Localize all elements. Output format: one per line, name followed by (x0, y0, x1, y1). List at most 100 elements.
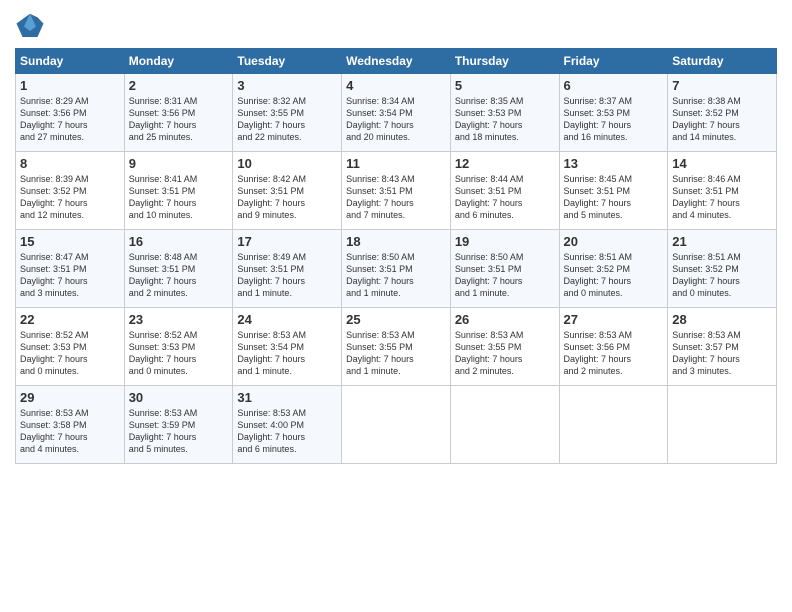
day-cell: 28Sunrise: 8:53 AM Sunset: 3:57 PM Dayli… (668, 308, 777, 386)
day-cell: 15 Sunrise: 8:47 AM Sunset: 3:51 PM Dayli… (16, 230, 125, 308)
day-number: 13 (564, 156, 664, 171)
header-thursday: Thursday (450, 49, 559, 74)
day-number: 30 (129, 390, 229, 405)
calendar-table: SundayMondayTuesdayWednesdayThursdayFrid… (15, 48, 777, 464)
day-info: Sunrise: 8:32 AM Sunset: 3:55 PM Dayligh… (237, 95, 337, 144)
day-cell: 3Sunrise: 8:32 AM Sunset: 3:55 PM Daylig… (233, 74, 342, 152)
day-number: 5 (455, 78, 555, 93)
day-cell: 24 Sunrise: 8:53 AM Sunset: 3:54 PM Dayli… (233, 308, 342, 386)
logo (15, 10, 49, 40)
header-saturday: Saturday (668, 49, 777, 74)
day-info: Sunrise: 8:53 AM Sunset: 4:00 PM Dayligh… (237, 407, 337, 456)
day-info: Sunrise: 8:39 AM Sunset: 3:52 PM Dayligh… (20, 173, 120, 222)
day-cell: 30Sunrise: 8:53 AM Sunset: 3:59 PM Dayli… (124, 386, 233, 464)
day-info: Sunrise: 8:52 AM Sunset: 3:53 PM Dayligh… (129, 329, 229, 378)
day-cell: 14 Sunrise: 8:46 AM Sunset: 3:51 PM Dayli… (668, 152, 777, 230)
day-cell: 11Sunrise: 8:43 AM Sunset: 3:51 PM Dayli… (342, 152, 451, 230)
week-row-2: 8 Sunrise: 8:39 AM Sunset: 3:52 PM Daylig… (16, 152, 777, 230)
header-monday: Monday (124, 49, 233, 74)
page-container: SundayMondayTuesdayWednesdayThursdayFrid… (0, 0, 792, 474)
day-info: Sunrise: 8:45 AM Sunset: 3:51 PM Dayligh… (564, 173, 664, 222)
day-cell: 10 Sunrise: 8:42 AM Sunset: 3:51 PM Dayli… (233, 152, 342, 230)
day-info: Sunrise: 8:47 AM Sunset: 3:51 PM Dayligh… (20, 251, 120, 300)
day-cell: 29 Sunrise: 8:53 AM Sunset: 3:58 PM Dayli… (16, 386, 125, 464)
day-info: Sunrise: 8:42 AM Sunset: 3:51 PM Dayligh… (237, 173, 337, 222)
day-info: Sunrise: 8:44 AM Sunset: 3:51 PM Dayligh… (455, 173, 555, 222)
day-cell: 12 Sunrise: 8:44 AM Sunset: 3:51 PM Dayli… (450, 152, 559, 230)
page-header (15, 10, 777, 40)
day-info: Sunrise: 8:38 AM Sunset: 3:52 PM Dayligh… (672, 95, 772, 144)
day-number: 6 (564, 78, 664, 93)
day-number: 21 (672, 234, 772, 249)
day-number: 7 (672, 78, 772, 93)
day-cell: 27 Sunrise: 8:53 AM Sunset: 3:56 PM Dayli… (559, 308, 668, 386)
day-number: 8 (20, 156, 120, 171)
day-info: Sunrise: 8:29 AM Sunset: 3:56 PM Dayligh… (20, 95, 120, 144)
day-info: Sunrise: 8:37 AM Sunset: 3:53 PM Dayligh… (564, 95, 664, 144)
day-info: Sunrise: 8:31 AM Sunset: 3:56 PM Dayligh… (129, 95, 229, 144)
day-cell: 9Sunrise: 8:41 AM Sunset: 3:51 PM Daylig… (124, 152, 233, 230)
day-cell (668, 386, 777, 464)
header-row: SundayMondayTuesdayWednesdayThursdayFrid… (16, 49, 777, 74)
day-cell: 8 Sunrise: 8:39 AM Sunset: 3:52 PM Daylig… (16, 152, 125, 230)
day-cell: 21 Sunrise: 8:51 AM Sunset: 3:52 PM Dayli… (668, 230, 777, 308)
day-cell: 5Sunrise: 8:35 AM Sunset: 3:53 PM Daylig… (450, 74, 559, 152)
day-cell: 17Sunrise: 8:49 AM Sunset: 3:51 PM Dayli… (233, 230, 342, 308)
day-info: Sunrise: 8:48 AM Sunset: 3:51 PM Dayligh… (129, 251, 229, 300)
day-info: Sunrise: 8:41 AM Sunset: 3:51 PM Dayligh… (129, 173, 229, 222)
day-number: 31 (237, 390, 337, 405)
day-number: 29 (20, 390, 120, 405)
day-info: Sunrise: 8:52 AM Sunset: 3:53 PM Dayligh… (20, 329, 120, 378)
day-cell: 1 Sunrise: 8:29 AM Sunset: 3:56 PM Daylig… (16, 74, 125, 152)
day-number: 10 (237, 156, 337, 171)
day-number: 18 (346, 234, 446, 249)
day-cell (342, 386, 451, 464)
day-number: 22 (20, 312, 120, 327)
day-cell: 6 Sunrise: 8:37 AM Sunset: 3:53 PM Daylig… (559, 74, 668, 152)
day-info: Sunrise: 8:49 AM Sunset: 3:51 PM Dayligh… (237, 251, 337, 300)
day-info: Sunrise: 8:53 AM Sunset: 3:57 PM Dayligh… (672, 329, 772, 378)
day-cell: 4Sunrise: 8:34 AM Sunset: 3:54 PM Daylig… (342, 74, 451, 152)
day-cell: 26 Sunrise: 8:53 AM Sunset: 3:55 PM Dayli… (450, 308, 559, 386)
day-info: Sunrise: 8:53 AM Sunset: 3:55 PM Dayligh… (455, 329, 555, 378)
day-number: 25 (346, 312, 446, 327)
day-cell: 31 Sunrise: 8:53 AM Sunset: 4:00 PM Dayli… (233, 386, 342, 464)
day-number: 26 (455, 312, 555, 327)
day-number: 20 (564, 234, 664, 249)
header-wednesday: Wednesday (342, 49, 451, 74)
day-cell (450, 386, 559, 464)
day-cell: 25 Sunrise: 8:53 AM Sunset: 3:55 PM Dayli… (342, 308, 451, 386)
day-info: Sunrise: 8:53 AM Sunset: 3:56 PM Dayligh… (564, 329, 664, 378)
week-row-3: 15 Sunrise: 8:47 AM Sunset: 3:51 PM Dayli… (16, 230, 777, 308)
logo-icon (15, 10, 45, 40)
day-cell: 22 Sunrise: 8:52 AM Sunset: 3:53 PM Dayli… (16, 308, 125, 386)
day-cell: 7 Sunrise: 8:38 AM Sunset: 3:52 PM Daylig… (668, 74, 777, 152)
day-info: Sunrise: 8:46 AM Sunset: 3:51 PM Dayligh… (672, 173, 772, 222)
day-number: 23 (129, 312, 229, 327)
day-number: 15 (20, 234, 120, 249)
day-cell: 19 Sunrise: 8:50 AM Sunset: 3:51 PM Dayli… (450, 230, 559, 308)
day-number: 27 (564, 312, 664, 327)
day-number: 1 (20, 78, 120, 93)
day-info: Sunrise: 8:53 AM Sunset: 3:58 PM Dayligh… (20, 407, 120, 456)
day-info: Sunrise: 8:51 AM Sunset: 3:52 PM Dayligh… (672, 251, 772, 300)
day-info: Sunrise: 8:50 AM Sunset: 3:51 PM Dayligh… (455, 251, 555, 300)
week-row-4: 22 Sunrise: 8:52 AM Sunset: 3:53 PM Dayli… (16, 308, 777, 386)
day-info: Sunrise: 8:51 AM Sunset: 3:52 PM Dayligh… (564, 251, 664, 300)
day-number: 2 (129, 78, 229, 93)
day-cell: 16 Sunrise: 8:48 AM Sunset: 3:51 PM Dayli… (124, 230, 233, 308)
week-row-5: 29 Sunrise: 8:53 AM Sunset: 3:58 PM Dayli… (16, 386, 777, 464)
header-friday: Friday (559, 49, 668, 74)
day-info: Sunrise: 8:50 AM Sunset: 3:51 PM Dayligh… (346, 251, 446, 300)
week-row-1: 1 Sunrise: 8:29 AM Sunset: 3:56 PM Daylig… (16, 74, 777, 152)
day-info: Sunrise: 8:53 AM Sunset: 3:55 PM Dayligh… (346, 329, 446, 378)
header-sunday: Sunday (16, 49, 125, 74)
day-number: 19 (455, 234, 555, 249)
day-cell (559, 386, 668, 464)
day-info: Sunrise: 8:53 AM Sunset: 3:54 PM Dayligh… (237, 329, 337, 378)
day-info: Sunrise: 8:34 AM Sunset: 3:54 PM Dayligh… (346, 95, 446, 144)
day-number: 14 (672, 156, 772, 171)
day-number: 16 (129, 234, 229, 249)
day-number: 12 (455, 156, 555, 171)
day-number: 24 (237, 312, 337, 327)
